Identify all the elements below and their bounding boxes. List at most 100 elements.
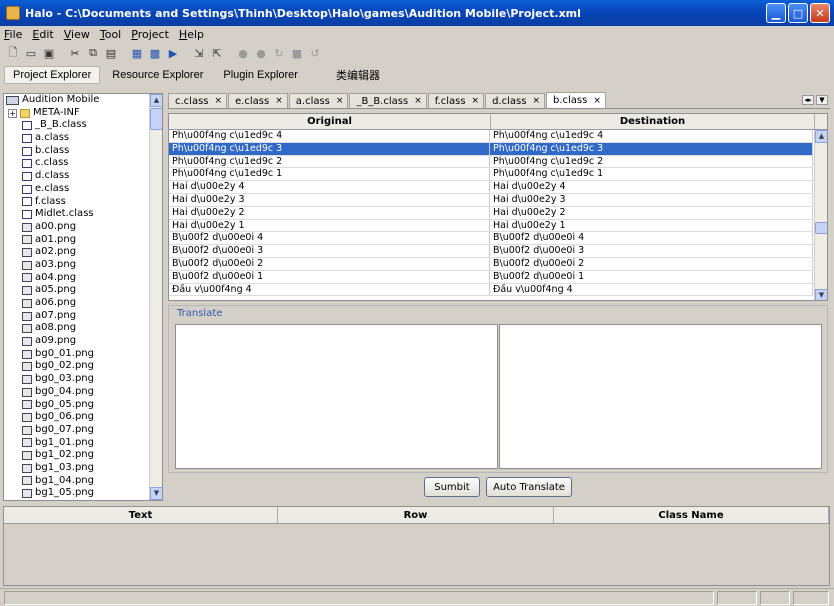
original-cell[interactable]: Đầu v\u00f4ng 4 — [169, 283, 490, 296]
copy-icon[interactable]: ⧉ — [86, 46, 100, 60]
editor-tab[interactable]: b.class × — [545, 92, 606, 108]
tree-item[interactable]: e.class — [4, 183, 151, 196]
destination-cell[interactable]: Hai d\u00e2y 2 — [490, 206, 813, 219]
undo-icon[interactable]: ↺ — [308, 46, 322, 60]
table-row[interactable]: Ph\u00f4ng c\u1ed9c 2 Ph\u00f4ng c\u1ed9c… — [169, 155, 813, 169]
tree-item[interactable]: bg0_02.png — [4, 360, 151, 373]
tree-item[interactable]: a02.png — [4, 246, 151, 259]
menu-view[interactable]: View — [64, 28, 90, 41]
table-row[interactable]: Ph\u00f4ng c\u1ed9c 4 Ph\u00f4ng c\u1ed9c… — [169, 130, 813, 143]
destination-cell[interactable]: Ph\u00f4ng c\u1ed9c 1 — [490, 168, 813, 181]
maximize-button[interactable]: □ — [788, 3, 808, 23]
destination-cell[interactable]: B\u00f2 d\u00e0i 3 — [490, 245, 813, 257]
column-class-name[interactable]: Class Name — [554, 507, 829, 523]
import-icon[interactable]: ⇲ — [192, 46, 206, 60]
scroll-up-icon[interactable]: ▲ — [815, 130, 827, 143]
destination-cell[interactable]: Đầu v\u00f4ng 4 — [490, 283, 813, 296]
open-folder-icon[interactable]: ▭ — [24, 46, 38, 60]
original-cell[interactable]: Ph\u00f4ng c\u1ed9c 1 — [169, 168, 490, 181]
destination-cell[interactable]: Ph\u00f4ng c\u1ed9c 4 — [490, 130, 813, 142]
run-icon[interactable]: ▶ — [166, 46, 180, 60]
tree-item[interactable]: + META-INF — [4, 107, 151, 120]
cut-icon[interactable]: ✂ — [68, 46, 82, 60]
close-tab-icon[interactable]: × — [215, 96, 223, 106]
tree-item[interactable]: Midlet.class — [4, 208, 151, 221]
tree-item[interactable]: a08.png — [4, 322, 151, 335]
destination-cell[interactable]: Ph\u00f4ng c\u1ed9c 2 — [490, 155, 813, 168]
original-cell[interactable]: Hai d\u00e2y 2 — [169, 206, 490, 219]
scroll-down-icon[interactable]: ▼ — [815, 289, 827, 300]
minimize-button[interactable]: ▁ — [766, 3, 786, 23]
package-icon[interactable]: ▩ — [148, 46, 162, 60]
original-cell[interactable]: Hai d\u00e2y 4 — [169, 181, 490, 193]
close-tab-icon[interactable]: × — [532, 96, 540, 106]
expand-icon[interactable]: + — [8, 108, 17, 118]
tree-item[interactable]: a04.png — [4, 272, 151, 285]
tree-item[interactable]: bg0_04.png — [4, 386, 151, 399]
tree-item[interactable]: bg0_07.png — [4, 424, 151, 437]
table-row[interactable]: Hai d\u00e2y 2 Hai d\u00e2y 2 — [169, 206, 813, 220]
tree-item[interactable]: a01.png — [4, 234, 151, 247]
refresh-icon[interactable]: ↻ — [272, 46, 286, 60]
table-row[interactable]: Đầu v\u00f4ng 4 Đầu v\u00f4ng 4 — [169, 283, 813, 297]
tab-plugin-explorer[interactable]: Plugin Explorer — [215, 67, 306, 83]
original-cell[interactable]: Hai d\u00e2y 3 — [169, 193, 490, 206]
menu-tool[interactable]: Tool — [100, 28, 121, 41]
destination-cell[interactable]: B\u00f2 d\u00e0i 4 — [490, 232, 813, 245]
tree-item[interactable]: b.class — [4, 145, 151, 158]
tree-item[interactable]: bg1_04.png — [4, 475, 151, 488]
scroll-thumb[interactable] — [815, 222, 827, 234]
table-row[interactable]: Hai d\u00e2y 1 Hai d\u00e2y 1 — [169, 219, 813, 233]
editor-tab[interactable]: f.class × — [427, 93, 485, 108]
original-cell[interactable]: B\u00f2 d\u00e0i 3 — [169, 245, 490, 257]
tree-item[interactable]: bg0_06.png — [4, 411, 151, 424]
square-icon[interactable]: ■ — [290, 46, 304, 60]
table-row[interactable]: B\u00f2 d\u00e0i 1 B\u00f2 d\u00e0i 1 — [169, 270, 813, 284]
original-cell[interactable]: B\u00f2 d\u00e0i 2 — [169, 257, 490, 270]
menu-help[interactable]: Help — [179, 28, 204, 41]
paste-icon[interactable]: ▤ — [104, 46, 118, 60]
destination-cell[interactable]: B\u00f2 d\u00e0i 2 — [490, 257, 813, 270]
table-row[interactable]: B\u00f2 d\u00e0i 2 B\u00f2 d\u00e0i 2 — [169, 257, 813, 271]
tree-item[interactable]: a09.png — [4, 335, 151, 348]
close-tab-icon[interactable]: × — [593, 96, 601, 106]
export-icon[interactable]: ⇱ — [210, 46, 224, 60]
stop-icon[interactable]: ● — [254, 46, 268, 60]
table-row[interactable]: Ph\u00f4ng c\u1ed9c 1 Ph\u00f4ng c\u1ed9c… — [169, 168, 813, 182]
save-icon[interactable]: ▣ — [42, 46, 56, 60]
build-icon[interactable]: ▦ — [130, 46, 144, 60]
column-original[interactable]: Original — [169, 114, 491, 129]
scroll-up-icon[interactable]: ▲ — [150, 94, 162, 107]
destination-cell[interactable]: Hai d\u00e2y 3 — [490, 193, 813, 206]
tree-item[interactable]: c.class — [4, 157, 151, 170]
tab-list-icon[interactable]: ▼ — [816, 95, 828, 105]
new-file-icon[interactable]: 🗋 — [6, 46, 20, 60]
editor-tab[interactable]: _B_B.class × — [349, 93, 427, 108]
editor-tab[interactable]: a.class × — [288, 93, 349, 108]
close-tab-icon[interactable]: × — [472, 96, 480, 106]
table-scrollbar[interactable]: ▲ ▼ — [814, 130, 827, 300]
original-cell[interactable]: B\u00f2 d\u00e0i 1 — [169, 270, 490, 283]
editor-tab[interactable]: c.class × — [168, 93, 228, 108]
tree-item[interactable]: f.class — [4, 196, 151, 209]
column-text[interactable]: Text — [4, 507, 278, 523]
auto-translate-button[interactable]: Auto Translate — [486, 477, 572, 497]
tree-item[interactable]: a.class — [4, 132, 151, 145]
table-row[interactable]: Hai d\u00e2y 4 Hai d\u00e2y 4 — [169, 181, 813, 194]
tree-scrollbar[interactable]: ▲ ▼ — [149, 94, 162, 500]
original-cell[interactable]: Hai d\u00e2y 1 — [169, 219, 490, 232]
destination-cell[interactable]: Hai d\u00e2y 4 — [490, 181, 813, 193]
destination-cell[interactable]: Hai d\u00e2y 1 — [490, 219, 813, 232]
original-cell[interactable]: Ph\u00f4ng c\u1ed9c 4 — [169, 130, 490, 142]
table-row[interactable]: Ph\u00f4ng c\u1ed9c 3 Ph\u00f4ng c\u1ed9c… — [169, 142, 813, 156]
tree-item[interactable]: a07.png — [4, 310, 151, 323]
column-destination[interactable]: Destination — [491, 114, 815, 129]
destination-cell[interactable]: B\u00f2 d\u00e0i 1 — [490, 270, 813, 283]
translated-text-area[interactable] — [499, 324, 822, 469]
submit-button[interactable]: Sumbit — [424, 477, 480, 497]
tree-item[interactable]: a05.png — [4, 284, 151, 297]
tab-scroll-left-icon[interactable]: ◂▸ — [802, 95, 814, 105]
tab-resource-explorer[interactable]: Resource Explorer — [104, 67, 211, 83]
original-cell[interactable]: Ph\u00f4ng c\u1ed9c 3 — [169, 142, 490, 155]
tree-item[interactable]: d.class — [4, 170, 151, 183]
